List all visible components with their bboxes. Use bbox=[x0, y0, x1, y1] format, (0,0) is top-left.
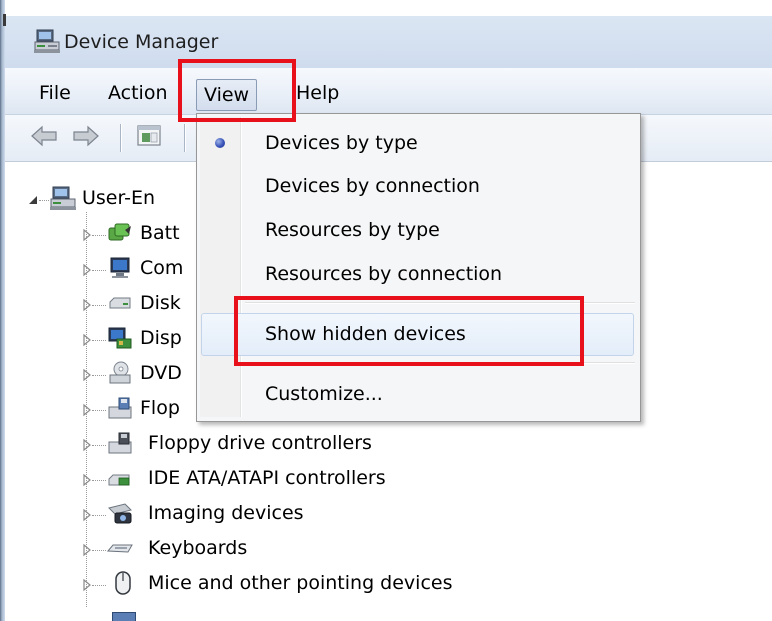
toolbar-separator bbox=[120, 124, 122, 152]
tree-node-label[interactable]: Disp bbox=[140, 323, 182, 353]
tree-connector bbox=[92, 585, 106, 587]
expand-triangle-icon[interactable] bbox=[82, 228, 92, 242]
menu-gutter bbox=[200, 117, 241, 417]
menu-item-resources-by-type[interactable]: Resources by type bbox=[265, 210, 440, 250]
ide-controller-icon bbox=[108, 474, 130, 486]
tree-node-label[interactable]: Com bbox=[140, 253, 183, 283]
forward-arrow-icon[interactable] bbox=[71, 121, 101, 151]
expand-triangle-icon[interactable] bbox=[82, 333, 92, 347]
menu-item-devices-by-connection[interactable]: Devices by connection bbox=[265, 166, 480, 206]
camera-icon bbox=[108, 503, 132, 524]
device-manager-window: Device Manager File Action View Help Use… bbox=[0, 0, 772, 621]
menu-file[interactable]: File bbox=[39, 79, 71, 107]
tree-connector bbox=[92, 480, 106, 482]
back-arrow-icon[interactable] bbox=[29, 121, 59, 151]
window-title: Device Manager bbox=[64, 31, 219, 53]
expand-triangle-icon[interactable] bbox=[82, 368, 92, 382]
menu-help[interactable]: Help bbox=[296, 79, 339, 107]
menu-gutter-divider bbox=[241, 117, 242, 417]
tree-node-label[interactable]: Batt bbox=[140, 218, 180, 248]
disk-drive-icon bbox=[109, 297, 131, 309]
tree-connector bbox=[92, 375, 106, 377]
expand-triangle-icon[interactable] bbox=[82, 438, 92, 452]
frame-corner bbox=[3, 14, 6, 26]
tree-connector bbox=[92, 270, 106, 272]
tree-node-label[interactable]: IDE ATA/ATAPI controllers bbox=[148, 463, 386, 493]
tree-connector bbox=[92, 340, 106, 342]
tree-node-label[interactable]: Flop bbox=[140, 393, 180, 423]
toolbar-separator-2 bbox=[184, 124, 186, 152]
tree-node-label[interactable]: Keyboards bbox=[148, 533, 247, 563]
expand-triangle-icon[interactable] bbox=[82, 298, 92, 312]
menu-item-resources-by-connection[interactable]: Resources by connection bbox=[265, 254, 502, 294]
battery-icon bbox=[108, 223, 131, 241]
view-menu-dropdown: Devices by type Devices by connection Re… bbox=[196, 113, 641, 422]
tree-connector bbox=[39, 200, 49, 202]
expand-triangle-icon[interactable] bbox=[82, 543, 92, 557]
keyboard-icon bbox=[107, 544, 133, 553]
expand-triangle-icon[interactable] bbox=[82, 473, 92, 487]
monitor-icon bbox=[112, 612, 136, 621]
collapse-triangle-icon[interactable] bbox=[28, 193, 38, 207]
radio-selected-icon bbox=[215, 138, 225, 148]
tree-node-label[interactable]: Imaging devices bbox=[148, 498, 304, 528]
dvd-drive-icon bbox=[109, 361, 131, 384]
tree-node-label[interactable]: DVD bbox=[140, 358, 182, 388]
properties-icon[interactable] bbox=[134, 121, 164, 151]
tree-connector bbox=[92, 550, 106, 552]
tree-root-label[interactable]: User-En bbox=[82, 183, 155, 213]
top-margin bbox=[0, 0, 772, 16]
expand-triangle-icon[interactable] bbox=[82, 508, 92, 522]
tree-connector bbox=[92, 445, 106, 447]
tree-connector bbox=[92, 305, 106, 307]
annotation-box-view bbox=[178, 59, 296, 122]
device-manager-icon bbox=[34, 29, 60, 53]
expand-triangle-icon[interactable] bbox=[82, 403, 92, 417]
menu-item-devices-by-type[interactable]: Devices by type bbox=[265, 123, 418, 163]
computer-icon bbox=[50, 186, 76, 210]
expand-triangle-icon[interactable] bbox=[82, 578, 92, 592]
display-adapter-icon bbox=[108, 327, 132, 349]
annotation-box-show-hidden bbox=[234, 296, 584, 366]
floppy-controller-icon bbox=[108, 432, 132, 454]
menu-action[interactable]: Action bbox=[108, 79, 168, 107]
tree-connector bbox=[92, 515, 106, 517]
menu-item-customize[interactable]: Customize... bbox=[265, 374, 383, 414]
tree-node-label[interactable]: Disk bbox=[140, 288, 181, 318]
tree-connector bbox=[92, 410, 106, 412]
floppy-disk-icon bbox=[108, 397, 132, 419]
tree-node-label[interactable]: Mice and other pointing devices bbox=[148, 568, 452, 598]
mouse-icon bbox=[115, 571, 131, 595]
tree-connector bbox=[92, 235, 106, 237]
expand-triangle-icon[interactable] bbox=[82, 263, 92, 277]
computer-icon bbox=[110, 257, 130, 278]
tree-node-label[interactable]: Floppy drive controllers bbox=[148, 428, 372, 458]
